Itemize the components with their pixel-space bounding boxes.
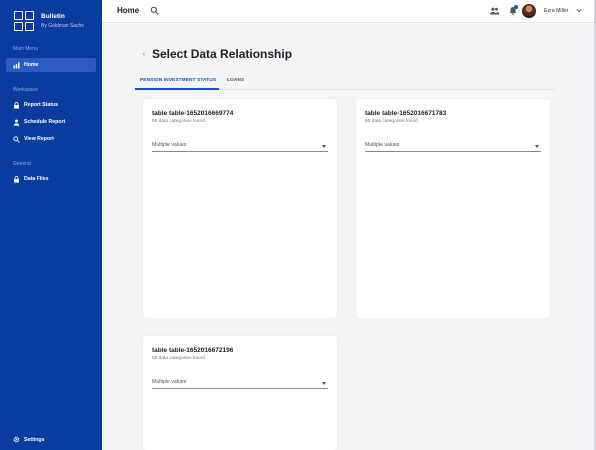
card-subtitle: 55 data categories found [152,119,205,124]
sidebar-item-label: Data Files [24,176,49,182]
card-title: table table-1652016672196 [152,347,234,354]
sidebar-item-label: View Report [24,136,54,142]
select-value: Multiple values [152,142,187,148]
card-subtitle: 55 data categories found [365,119,418,124]
search-icon [13,135,20,143]
select-value: Multiple values [152,379,187,385]
tab-pension-investment-status[interactable]: PENSION INVESTMENT STATUS [140,78,216,83]
brand-logo-icon [14,11,34,31]
settings-label: Settings [24,436,45,443]
card-title: table table-1652016671783 [365,110,447,117]
avatar[interactable] [522,4,536,18]
dropdown-arrow-icon [322,382,326,385]
lock-icon [13,101,20,109]
workspace-label: Workspace [13,87,38,93]
dropdown-arrow-icon [535,145,539,148]
multiple-values-select[interactable]: Multiple values [365,141,541,152]
chevron-down-icon[interactable] [576,8,582,13]
active-tab-indicator [135,88,219,90]
dropdown-arrow-icon [322,145,326,148]
page-title: Select Data Relationship [152,47,293,61]
user-name[interactable]: Ezra Miller [544,8,569,14]
people-icon[interactable] [490,7,499,15]
sidebar-item-data-files[interactable]: Data Files [6,172,96,186]
search-icon[interactable] [150,6,159,15]
brand[interactable]: Bulletin By Goldman Sachs [14,11,84,31]
table-card: table table-1652016671783 55 data catego… [356,99,550,318]
main-menu-label: Main Menu [13,46,38,52]
brand-subtitle: By Goldman Sachs [41,22,84,29]
sidebar-item-view-report[interactable]: View Report [6,132,96,146]
sidebar-item-label: Home [24,62,39,68]
brand-title: Bulletin [41,12,65,20]
bar-chart-icon [13,62,20,69]
gear-icon [13,436,20,443]
tab-bar: PENSION INVESTMENT STATUS LOANS [135,75,555,90]
notification-badge [514,5,518,9]
table-card: table table-1652016672196 55 data catego… [143,336,337,450]
header-title: Home [117,6,140,15]
multiple-values-select[interactable]: Multiple values [152,141,328,152]
general-label: General [13,161,31,167]
sidebar: Bulletin By Goldman Sachs Main Menu Home… [0,0,102,450]
person-icon [13,119,20,126]
sidebar-item-report-status[interactable]: Report Status [6,98,96,112]
select-value: Multiple values [365,142,400,148]
card-title: table table-1652016669774 [152,110,234,117]
top-header: Home Ezra Miller [102,0,594,23]
sidebar-item-schedule-report[interactable]: Schedule Report [6,115,96,129]
sidebar-item-settings[interactable]: Settings [13,436,44,443]
tab-loans[interactable]: LOANS [227,78,244,83]
sidebar-item-label: Report Status [24,102,59,108]
card-subtitle: 55 data categories found [152,356,205,361]
sidebar-item-home[interactable]: Home [6,58,96,72]
lock-icon [13,175,20,183]
multiple-values-select[interactable]: Multiple values [152,378,328,389]
table-card: table table-1652016669774 55 data catego… [143,99,337,318]
sidebar-item-label: Schedule Report [24,119,66,125]
back-arrow-icon[interactable]: ‹ [143,52,145,58]
